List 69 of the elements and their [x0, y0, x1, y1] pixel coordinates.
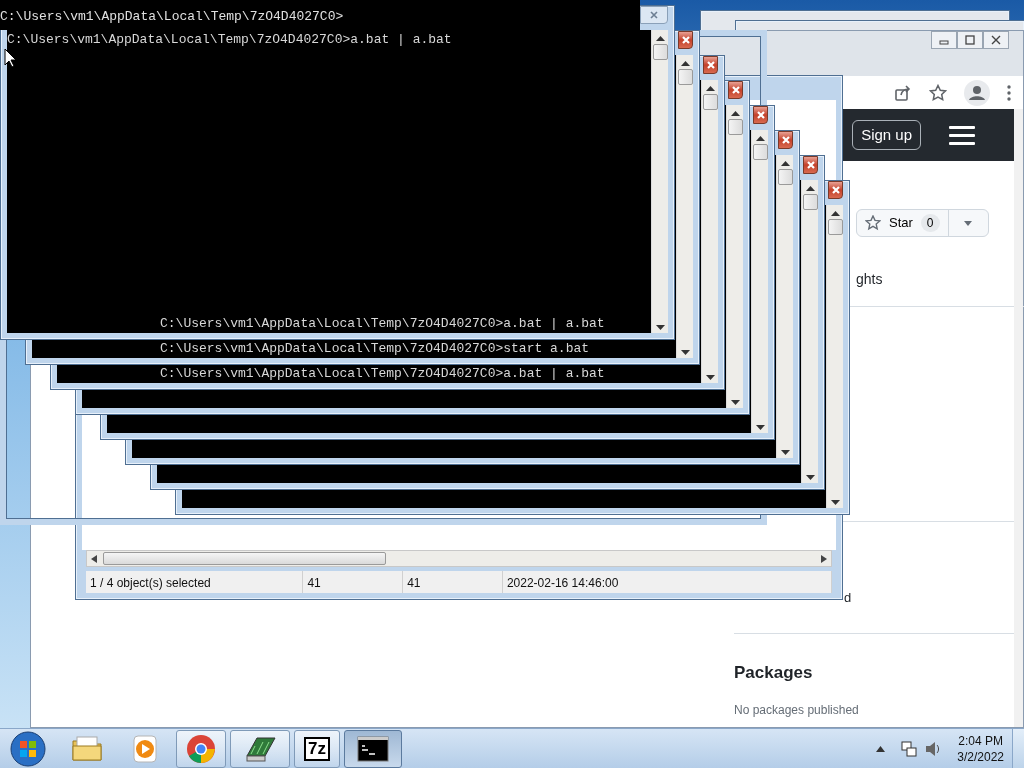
packages-heading: Packages	[734, 661, 813, 684]
close-button[interactable]	[728, 81, 743, 99]
scroll-down-icon[interactable]	[830, 500, 840, 505]
close-button[interactable]	[703, 56, 718, 74]
clock-time: 2:04 PM	[957, 732, 1004, 749]
console-line: C:\Users\vm1\AppData\Local\Temp\7zO4D4027C0>a.bat | a.bat	[160, 316, 605, 332]
scroll-up-icon[interactable]	[830, 211, 840, 216]
star-icon[interactable]	[929, 83, 947, 102]
star-count: 0	[920, 214, 940, 232]
scroll-down-icon[interactable]	[780, 450, 790, 455]
about-text: ghts	[856, 270, 883, 289]
scroll-up-icon[interactable]	[755, 136, 765, 141]
scroll-up-icon[interactable]	[680, 61, 690, 66]
close-icon	[805, 160, 816, 170]
sidebar-text: d	[844, 589, 852, 607]
scroll-down-icon[interactable]	[655, 325, 665, 330]
star-button[interactable]: Star 0	[856, 209, 989, 237]
maximize-button[interactable]	[957, 31, 983, 49]
taskbar-button[interactable]	[230, 729, 290, 768]
close-button[interactable]	[803, 156, 818, 174]
close-icon	[730, 85, 741, 95]
scroll-down-icon[interactable]	[680, 350, 690, 355]
horizontal-scrollbar[interactable]	[86, 550, 832, 567]
console-line: C:\Users\vm1\AppData\Local\Temp\7zO4D4027C0>a.bat | a.bat	[7, 32, 452, 48]
speaker-icon[interactable]	[925, 740, 942, 757]
close-icon	[705, 60, 716, 70]
clock-date: 3/2/2022	[957, 748, 1004, 765]
caret-icon	[964, 220, 973, 226]
scroll-up-icon[interactable]	[730, 111, 740, 116]
scroll-down-icon[interactable]	[755, 425, 765, 430]
status-cell: 41	[403, 571, 503, 593]
scroll-down-icon[interactable]	[730, 400, 740, 405]
scroll-up-icon[interactable]	[705, 86, 715, 91]
scroll-up-icon[interactable]	[655, 36, 665, 41]
scroll-down-icon[interactable]	[705, 375, 715, 380]
close-icon	[680, 35, 691, 45]
scroll-down-icon[interactable]	[805, 475, 815, 480]
close-button[interactable]	[983, 31, 1009, 49]
status-cell: 41	[303, 571, 404, 593]
taskbar-button[interactable]	[344, 729, 402, 768]
console-line: C:\Users\vm1\AppData\Local\Temp\7zO4D4027C0>a.bat | a.bat	[160, 366, 605, 382]
close-icon	[830, 185, 841, 195]
star-icon	[865, 215, 881, 231]
status-cell: 2022-02-16 14:46:00	[502, 571, 832, 593]
close-icon	[991, 35, 1001, 45]
close-icon	[755, 110, 766, 120]
close-button[interactable]	[778, 131, 793, 149]
close-button[interactable]	[678, 31, 693, 49]
show-hidden-icons-icon[interactable]	[876, 745, 886, 752]
close-button[interactable]	[828, 181, 843, 199]
share-icon[interactable]	[894, 83, 912, 102]
menu-icon[interactable]	[949, 125, 975, 145]
maximize-icon	[965, 35, 975, 45]
scroll-left-icon[interactable]	[91, 554, 97, 563]
close-icon	[780, 135, 791, 145]
close-button[interactable]	[753, 106, 768, 124]
scroll-right-icon[interactable]	[821, 554, 827, 563]
packages-text: No packages published	[734, 702, 859, 719]
console-line: C:\Users\vm1\AppData\Local\Temp\7zO4D4027C0>	[0, 9, 344, 24]
taskbar-button[interactable]: 7z	[294, 729, 340, 768]
sign-up-button[interactable]: Sign up	[852, 119, 921, 151]
close-icon	[649, 10, 659, 20]
start-orb-icon	[10, 730, 46, 767]
scroll-up-icon[interactable]	[805, 186, 815, 191]
console-line: C:\Users\vm1\AppData\Local\Temp\7zO4D4027C0>start a.bat	[160, 341, 590, 357]
more-icon[interactable]	[1007, 84, 1011, 101]
status-cell: 1 / 4 object(s) selected	[86, 571, 304, 593]
network-icon[interactable]	[901, 740, 918, 757]
profile-icon[interactable]	[964, 79, 990, 106]
